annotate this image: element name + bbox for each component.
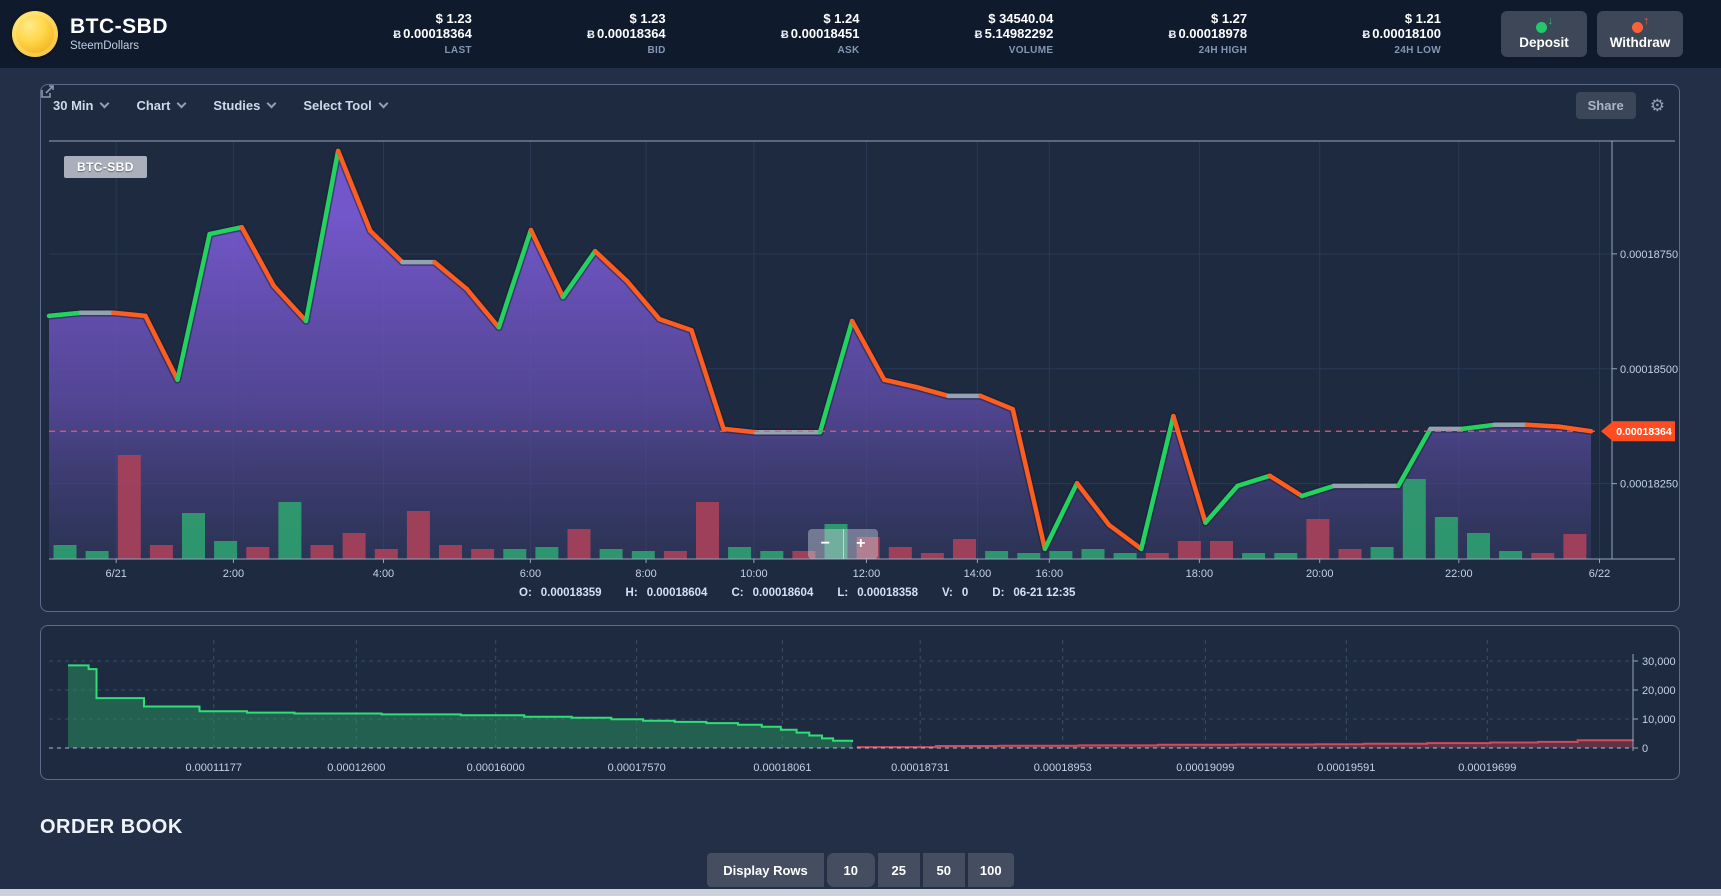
btc-symbol: Ƀ [1362, 28, 1371, 41]
svg-text:16:00: 16:00 [1036, 568, 1064, 580]
svg-text:0.00018731: 0.00018731 [891, 762, 949, 774]
pair-title: BTC-SBD [70, 15, 168, 38]
svg-text:0.00017570: 0.00017570 [608, 762, 666, 774]
btc-symbol: Ƀ [1168, 28, 1177, 41]
chart-toolbar: 30 Min Chart Studies Select Tool Share ⚙ [41, 85, 1679, 125]
steem-coin-logo-icon [12, 11, 58, 57]
settings-gear-icon[interactable]: ⚙ [1650, 97, 1665, 114]
svg-text:8:00: 8:00 [635, 568, 656, 580]
btc-symbol: Ƀ [587, 28, 595, 41]
svg-text:22:00: 22:00 [1445, 568, 1473, 580]
btc-symbol: Ƀ [393, 28, 402, 41]
svg-text:2:00: 2:00 [223, 568, 244, 580]
svg-text:0.00019591: 0.00019591 [1317, 762, 1375, 774]
svg-text:10,000: 10,000 [1642, 714, 1676, 726]
select-tool-dropdown[interactable]: Select Tool [303, 98, 389, 113]
order-book-table-top [0, 889, 1721, 896]
chevron-down-icon [100, 98, 110, 108]
btc-symbol: Ƀ [780, 28, 789, 41]
depth-chart-canvas[interactable]: 30,000 20,000 10,000 0 0.00011177 0.00012600 0… [41, 626, 1681, 781]
svg-text:0.00019699: 0.00019699 [1458, 762, 1516, 774]
chevron-down-icon [176, 98, 187, 108]
rows-option-50[interactable]: 50 [922, 853, 965, 887]
svg-text:18:00: 18:00 [1186, 568, 1214, 580]
svg-text:0.00018061: 0.00018061 [753, 762, 811, 774]
header-bar: BTC-SBD SteemDollars $ 1.23 Ƀ 0.00018364 … [0, 0, 1721, 68]
rows-option-100[interactable]: 100 [967, 853, 1014, 887]
svg-text:0.00018953: 0.00018953 [1034, 762, 1092, 774]
svg-text:6/21: 6/21 [105, 568, 126, 580]
svg-text:0.00018750: 0.00018750 [1620, 249, 1678, 261]
svg-text:0.00016000: 0.00016000 [467, 762, 525, 774]
stat-bid: $ 1.23 Ƀ 0.00018364 BID [587, 10, 666, 56]
display-rows-label: Display Rows [707, 853, 824, 887]
pair-subtitle: SteemDollars [70, 40, 140, 52]
timeframe-dropdown[interactable]: 30 Min [53, 98, 110, 113]
svg-text:6:00: 6:00 [520, 568, 541, 580]
ohlc-readout: O: 0.00018359 H: 0.00018604 C: 0.00018604 L… [519, 587, 1076, 599]
svg-text:0.00019099: 0.00019099 [1176, 762, 1234, 774]
deposit-coin-down-arrow-icon: ↓ [1536, 15, 1553, 33]
rows-option-10[interactable]: 10 [826, 853, 875, 887]
price-chart-panel: 30 Min Chart Studies Select Tool Share ⚙ [40, 84, 1680, 612]
stat-ask: $ 1.24 Ƀ 0.00018451 ASK [780, 10, 860, 56]
rows-option-25[interactable]: 25 [877, 853, 920, 887]
current-price-tag: 0.00018364 [1601, 421, 1675, 442]
withdraw-coin-up-arrow-icon: ↑ [1632, 15, 1649, 33]
svg-text:30,000: 30,000 [1642, 656, 1676, 668]
symbol-chip: BTC-SBD [64, 156, 147, 178]
btc-symbol: Ƀ [974, 28, 983, 41]
svg-text:0.00018364: 0.00018364 [1616, 426, 1672, 438]
svg-text:0.00012600: 0.00012600 [327, 762, 385, 774]
share-button[interactable]: Share [41, 85, 1636, 119]
stat-last: $ 1.23 Ƀ 0.00018364 LAST [393, 10, 472, 56]
zoom-in-button[interactable]: + [844, 529, 879, 559]
chart-type-dropdown[interactable]: Chart [136, 98, 187, 113]
studies-dropdown[interactable]: Studies [213, 98, 277, 113]
svg-text:0.00018500: 0.00018500 [1620, 364, 1678, 376]
chevron-down-icon [266, 98, 277, 108]
stat-volume: $ 34540.04 Ƀ 5.14982292 VOLUME [974, 10, 1054, 56]
depth-chart-panel: 30,000 20,000 10,000 0 0.00011177 0.00012600 0… [40, 625, 1680, 780]
order-book-title: ORDER BOOK [40, 816, 183, 838]
display-rows-control: Display Rows 10 25 50 100 [0, 853, 1721, 887]
stat-24h-high: $ 1.27 Ƀ 0.00018978 24H HIGH [1168, 10, 1248, 56]
svg-text:20,000: 20,000 [1642, 685, 1676, 697]
svg-text:0: 0 [1642, 743, 1648, 755]
stat-24h-low: $ 1.21 Ƀ 0.00018100 24H LOW [1362, 10, 1441, 56]
deposit-button[interactable]: ↓ Deposit [1501, 11, 1587, 57]
pair-title-block: BTC-SBD SteemDollars [70, 15, 168, 53]
chart-zoom-control: − + [808, 529, 878, 559]
chevron-down-icon [378, 98, 389, 108]
zoom-out-button[interactable]: − [808, 529, 844, 559]
svg-text:12:00: 12:00 [853, 568, 881, 580]
svg-text:10:00: 10:00 [740, 568, 768, 580]
withdraw-button[interactable]: ↑ Withdraw [1597, 11, 1683, 57]
svg-text:14:00: 14:00 [964, 568, 992, 580]
svg-text:4:00: 4:00 [373, 568, 394, 580]
svg-text:0.00011177: 0.00011177 [185, 762, 241, 774]
share-icon [41, 85, 54, 98]
price-area-fill [49, 150, 1591, 559]
svg-text:0.00018250: 0.00018250 [1620, 479, 1678, 491]
svg-text:20:00: 20:00 [1306, 568, 1334, 580]
svg-text:6/22: 6/22 [1589, 568, 1610, 580]
ticker-stats: $ 1.23 Ƀ 0.00018364 LAST $ 1.23 Ƀ 0.000183… [168, 11, 1501, 58]
